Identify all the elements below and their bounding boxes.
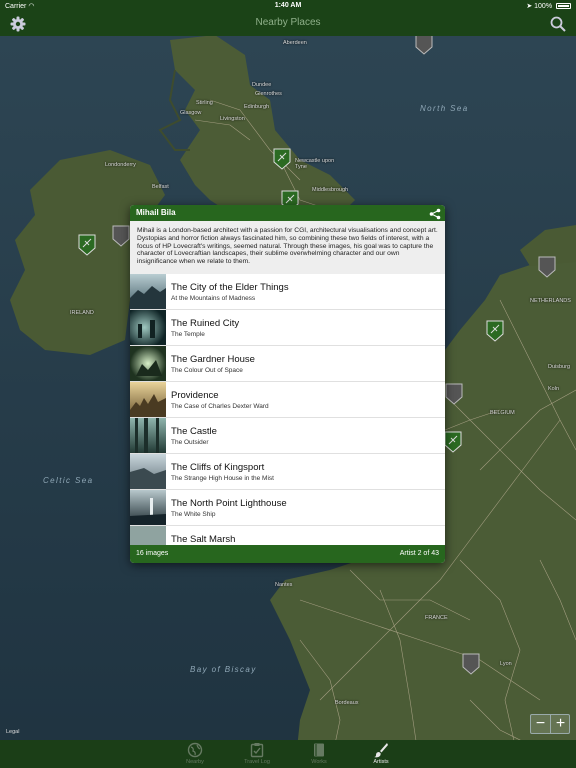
- clipboard-check-icon: [250, 743, 264, 758]
- artwork-title: The Cliffs of Kingsport: [171, 462, 265, 473]
- place-label: Glasgow: [180, 110, 202, 116]
- artwork-thumbnail: [130, 310, 166, 345]
- place-label: Newcastle upon Tyne: [295, 158, 335, 170]
- story-title: The Case of Charles Dexter Ward: [171, 403, 269, 410]
- location-pin-grey[interactable]: [538, 256, 556, 278]
- tab-nearby[interactable]: Nearby: [175, 740, 215, 768]
- artwork-title: The Gardner House: [171, 354, 255, 365]
- tab-label: Travel Log: [244, 759, 270, 765]
- list-item[interactable]: The Castle The Outsider: [130, 418, 445, 454]
- story-title: The Temple: [171, 331, 205, 338]
- card-footer: 16 images Artist 2 of 43: [130, 545, 445, 563]
- tab-artists[interactable]: Artists: [361, 740, 401, 768]
- zoom-out-button[interactable]: −: [531, 715, 551, 733]
- artwork-thumbnail: [130, 382, 166, 417]
- artwork-title: The North Point Lighthouse: [171, 498, 287, 509]
- card-header: Mihail Bila: [130, 205, 445, 221]
- place-label: FRANCE: [425, 615, 448, 621]
- location-pin-grey[interactable]: [462, 653, 480, 675]
- artwork-title: The Castle: [171, 426, 217, 437]
- paintbrush-icon: [374, 743, 388, 758]
- artwork-thumbnail: [130, 274, 166, 309]
- artwork-thumbnail: [130, 346, 166, 381]
- place-label: Belfast: [152, 184, 169, 190]
- battery-icon: [556, 3, 571, 9]
- location-pin-grey[interactable]: [445, 383, 463, 405]
- tab-works[interactable]: Works: [299, 740, 339, 768]
- tab-label: Works: [311, 759, 327, 765]
- artwork-list[interactable]: The City of the Elder Things At the Moun…: [130, 274, 445, 545]
- artwork-title: The Salt Marsh: [171, 534, 236, 545]
- status-right: ➤ 100%: [526, 2, 571, 10]
- list-item[interactable]: The Gardner House The Colour Out of Spac…: [130, 346, 445, 382]
- story-title: The Colour Out of Space: [171, 367, 243, 374]
- place-label: Nantes: [275, 582, 293, 588]
- artist-position: Artist 2 of 43: [399, 550, 439, 557]
- artwork-title: The City of the Elder Things: [171, 282, 289, 293]
- list-item[interactable]: The North Point Lighthouse The White Shi…: [130, 490, 445, 526]
- place-label: Dundee: [252, 82, 272, 88]
- artwork-thumbnail: [130, 490, 166, 525]
- place-label: Edinburgh: [244, 104, 270, 110]
- sea-label: North Sea: [420, 104, 469, 113]
- place-label: Lyon: [500, 661, 512, 667]
- place-label: NETHERLANDS: [530, 298, 571, 304]
- globe-icon: [187, 742, 203, 758]
- artwork-title: Providence: [171, 390, 219, 401]
- place-label: Stirling: [196, 100, 213, 106]
- place-label: Glenrothes: [255, 91, 282, 97]
- list-item[interactable]: The Salt Marsh: [130, 526, 445, 545]
- artwork-thumbnail: [130, 418, 166, 453]
- image-count: 16 images: [136, 550, 169, 557]
- location-pin-green[interactable]: [486, 320, 504, 342]
- location-pin-green[interactable]: [78, 234, 96, 256]
- artist-bio: Mihail is a London-based architect with …: [130, 221, 445, 274]
- location-pin-green[interactable]: [273, 148, 291, 170]
- story-title: The White Ship: [171, 511, 216, 518]
- place-label: BELGIUM: [490, 410, 515, 416]
- zoom-in-button[interactable]: +: [551, 715, 570, 733]
- location-pin-grey[interactable]: [112, 225, 130, 247]
- artist-card: Mihail Bila Mihail is a London-based arc…: [130, 205, 445, 563]
- story-title: The Strange High House in the Mist: [171, 475, 274, 482]
- tab-label: Artists: [373, 759, 389, 765]
- place-label: Bordeaux: [335, 700, 359, 706]
- place-label: Middlesbrough: [312, 187, 349, 193]
- status-time: 1:40 AM: [274, 2, 302, 9]
- list-item[interactable]: The City of the Elder Things At the Moun…: [130, 274, 445, 310]
- tab-bar: Nearby Travel Log Works Artists: [0, 740, 576, 768]
- location-arrow-icon: ➤: [526, 3, 533, 10]
- location-pin-grey[interactable]: [415, 33, 433, 55]
- artist-name: Mihail Bila: [136, 208, 176, 217]
- sea-label: Celtic Sea: [43, 476, 94, 485]
- place-label: Londonderry: [105, 162, 136, 168]
- share-icon[interactable]: [429, 207, 441, 220]
- story-title: At the Mountains of Madness: [171, 295, 256, 302]
- navigation-bar: Nearby Places: [0, 12, 576, 36]
- legal-link[interactable]: Legal: [6, 729, 19, 735]
- artwork-thumbnail: [130, 454, 166, 489]
- list-item[interactable]: The Cliffs of Kingsport The Strange High…: [130, 454, 445, 490]
- story-title: The Outsider: [171, 439, 209, 446]
- search-icon[interactable]: [549, 15, 567, 33]
- place-label: Koln: [548, 386, 560, 392]
- place-label: Aberdeen: [283, 40, 307, 46]
- place-label: Duisburg: [548, 364, 571, 370]
- place-label: IRELAND: [70, 310, 94, 316]
- list-item[interactable]: Providence The Case of Charles Dexter Wa…: [130, 382, 445, 418]
- place-label: Livingston: [220, 116, 245, 122]
- book-icon: [314, 743, 324, 757]
- artwork-title: The Ruined City: [171, 318, 240, 329]
- status-bar: Carrier ◠ 1:40 AM ➤ 100%: [0, 0, 576, 12]
- location-pin-green[interactable]: [444, 431, 462, 453]
- tab-label: Nearby: [186, 759, 204, 765]
- zoom-control: − +: [530, 714, 570, 734]
- tab-travel-log[interactable]: Travel Log: [237, 740, 277, 768]
- list-item[interactable]: The Ruined City The Temple: [130, 310, 445, 346]
- battery-percent: 100%: [534, 3, 553, 10]
- sea-label: Bay of Biscay: [190, 665, 257, 674]
- artwork-thumbnail: [130, 526, 166, 545]
- page-title: Nearby Places: [255, 17, 321, 28]
